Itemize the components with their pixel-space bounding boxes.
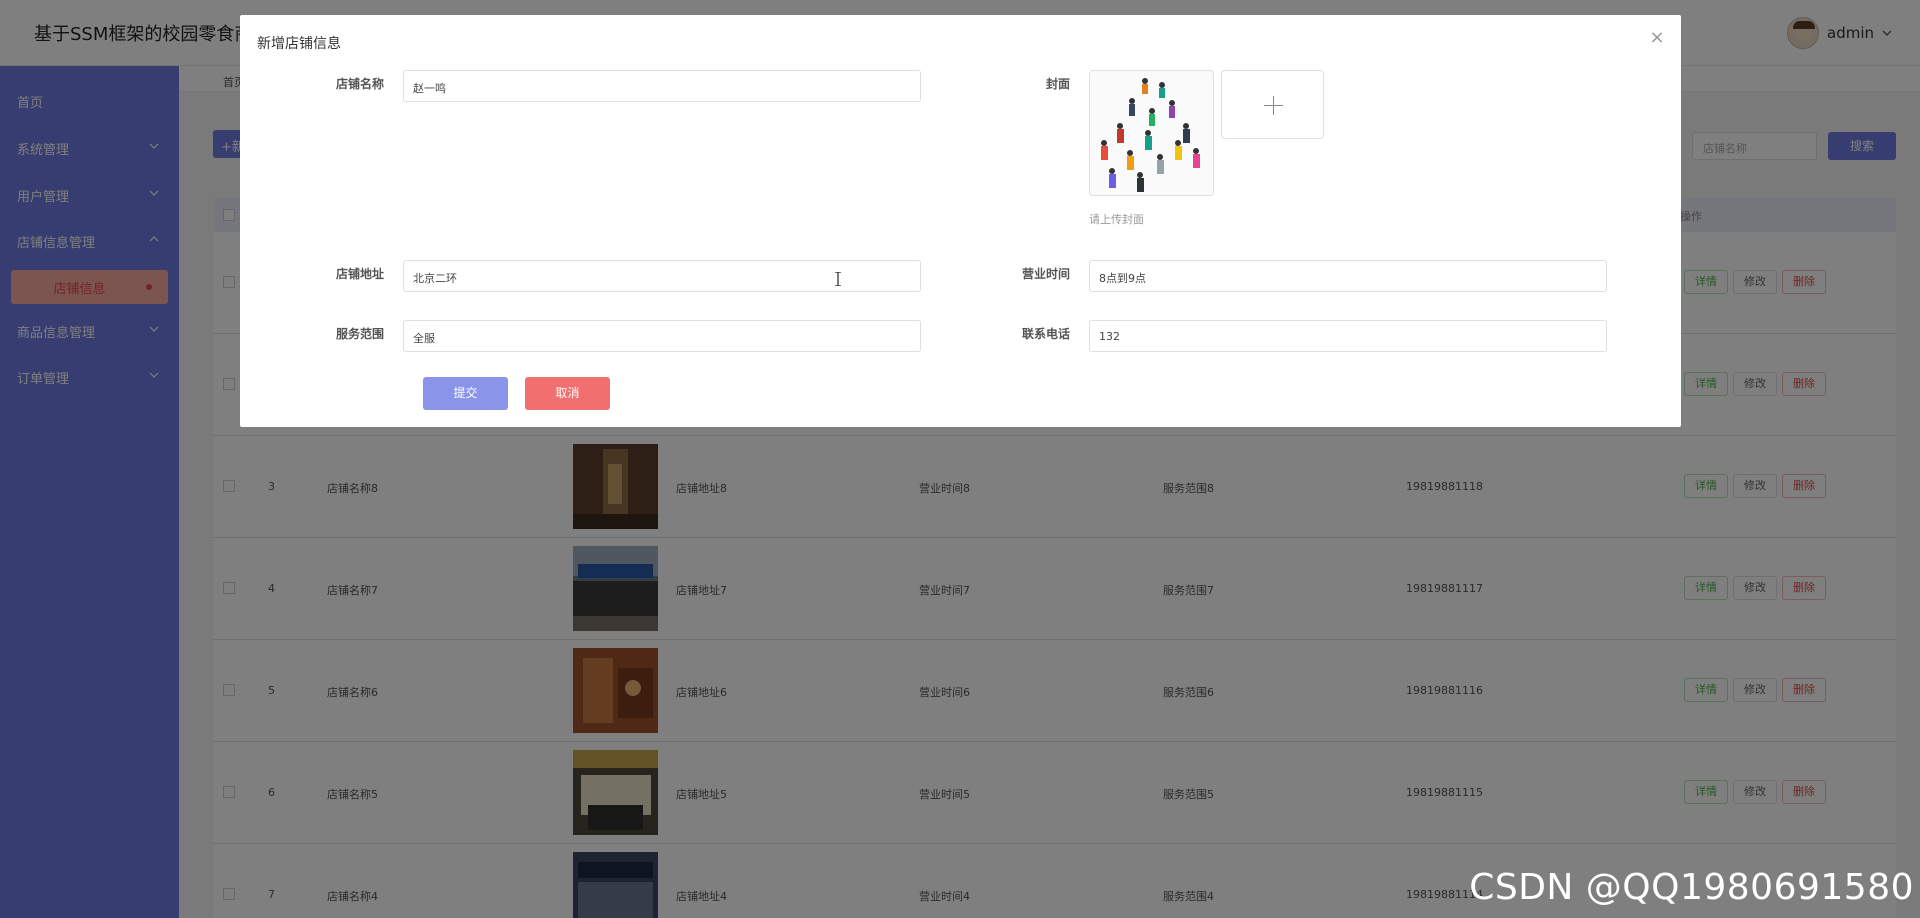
watermark: CSDN @QQ1980691580 <box>1469 867 1914 908</box>
cover-hint: 请上传封面 <box>1089 213 1144 226</box>
store-address-label: 店铺地址 <box>335 267 384 281</box>
crowd-illustration <box>1090 71 1213 195</box>
store-name-field[interactable]: 赵一鸣 <box>403 70 921 102</box>
phone-field[interactable]: 132 <box>1089 320 1607 352</box>
plus-icon-vertical <box>1273 96 1274 115</box>
dialog-title: 新增店铺信息 <box>257 36 341 52</box>
add-store-dialog: 新增店铺信息 × 店铺名称 赵一鸣 封面 请上传封面 店铺地址 北京二环 营业时… <box>240 15 1681 427</box>
close-icon[interactable]: × <box>1649 29 1665 47</box>
store-name-label: 店铺名称 <box>335 77 384 91</box>
submit-button[interactable]: 提交 <box>423 377 508 410</box>
cover-label: 封面 <box>1045 77 1070 91</box>
store-address-field[interactable]: 北京二环 <box>403 260 921 292</box>
cover-image[interactable] <box>1089 70 1214 196</box>
hours-label: 营业时间 <box>1021 267 1070 281</box>
hours-field[interactable]: 8点到9点 <box>1089 260 1607 292</box>
app-root: 基于SSM框架的校园零食商 admin 首页 系统管理 用户管理 店铺信息管理 … <box>0 0 1920 918</box>
scope-label: 服务范围 <box>335 327 384 341</box>
text-cursor-icon <box>835 272 841 286</box>
phone-label: 联系电话 <box>1021 327 1070 341</box>
cancel-button[interactable]: 取消 <box>525 377 610 410</box>
scope-field[interactable]: 全服 <box>403 320 921 352</box>
upload-button[interactable] <box>1221 70 1324 139</box>
